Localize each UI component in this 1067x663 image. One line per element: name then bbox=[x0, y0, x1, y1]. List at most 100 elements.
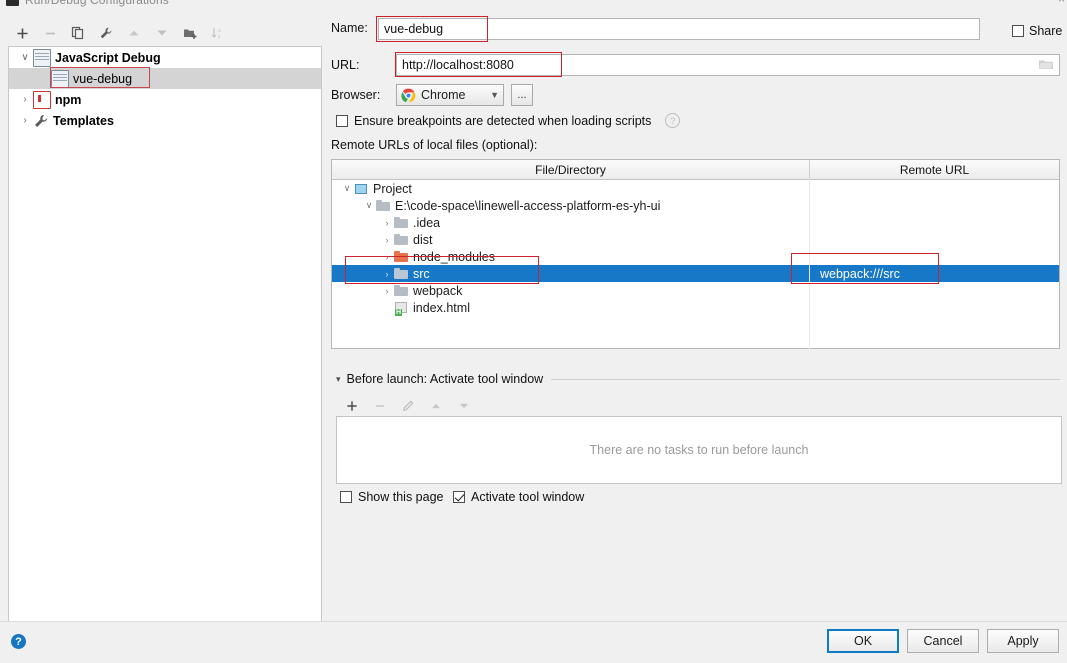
show-this-page-checkbox[interactable]: Show this page bbox=[340, 490, 443, 504]
activate-tool-window-checkbox-box[interactable] bbox=[453, 491, 465, 503]
move-up-icon[interactable] bbox=[120, 21, 148, 45]
folder-icon bbox=[394, 216, 409, 230]
help-icon[interactable]: ? bbox=[11, 634, 26, 649]
question-mark-icon[interactable]: ? bbox=[665, 113, 681, 128]
activate-tool-window-label: Activate tool window bbox=[471, 490, 585, 504]
file-label: E:\code-space\linewell-access-platform-e… bbox=[395, 198, 661, 213]
html-file-icon bbox=[394, 301, 409, 316]
add-icon[interactable] bbox=[8, 21, 36, 45]
file-label: index.html bbox=[413, 300, 470, 315]
before-launch-task-list[interactable]: There are no tasks to run before launch bbox=[336, 416, 1062, 484]
ensure-breakpoints-label: Ensure breakpoints are detected when loa… bbox=[354, 113, 652, 128]
before-launch-label: Before launch: Activate tool window bbox=[346, 372, 544, 386]
table-row[interactable]: › webpack bbox=[332, 282, 1059, 299]
add-task-icon[interactable] bbox=[338, 394, 366, 418]
tree-item-npm[interactable]: › npm bbox=[9, 89, 321, 110]
table-row[interactable]: ∨ E:\code-space\linewell-access-platform… bbox=[332, 197, 1059, 214]
tree-item-templates[interactable]: › Templates bbox=[9, 110, 321, 131]
tree-item-javascript-debug[interactable]: ∨ JavaScript Debug bbox=[9, 47, 321, 68]
folder-browse-icon[interactable] bbox=[1038, 58, 1054, 72]
tree-item-label: vue-debug bbox=[73, 71, 133, 86]
ensure-breakpoints-checkbox[interactable]: Ensure breakpoints are detected when loa… bbox=[336, 113, 681, 128]
browser-settings-button[interactable]: ... bbox=[511, 84, 533, 106]
copy-icon[interactable] bbox=[64, 21, 92, 45]
file-label: dist bbox=[413, 232, 433, 247]
tree-item-label: Templates bbox=[53, 113, 114, 128]
name-input[interactable]: vue-debug bbox=[378, 18, 980, 40]
before-launch-toolbar bbox=[338, 394, 478, 418]
file-label: webpack bbox=[413, 283, 463, 298]
remove-task-icon[interactable] bbox=[366, 394, 394, 418]
column-header-remote-url[interactable]: Remote URL bbox=[810, 160, 1059, 179]
chevron-right-icon[interactable]: › bbox=[17, 115, 33, 126]
table-header-row: File/Directory Remote URL bbox=[332, 160, 1059, 180]
module-icon bbox=[354, 182, 369, 196]
apply-button[interactable]: Apply bbox=[987, 629, 1059, 653]
ok-button[interactable]: OK bbox=[827, 629, 899, 653]
share-label: Share bbox=[1029, 24, 1063, 38]
table-row[interactable]: › .idea bbox=[332, 214, 1059, 231]
wrench-icon bbox=[33, 113, 49, 129]
table-row[interactable]: ∨ Project bbox=[332, 180, 1059, 197]
configurations-tree[interactable]: ∨ JavaScript Debug vue-debug › npm › Tem… bbox=[8, 46, 322, 622]
file-label: Project bbox=[373, 181, 412, 196]
move-task-down-icon[interactable] bbox=[450, 394, 478, 418]
folder-icon bbox=[394, 233, 409, 247]
remote-urls-table[interactable]: File/Directory Remote URL ∨ Project ∨ E:… bbox=[331, 159, 1060, 349]
chevron-down-icon[interactable]: ▼ bbox=[490, 90, 499, 100]
table-row[interactable]: › dist bbox=[332, 231, 1059, 248]
table-row[interactable]: › src webpack:///src bbox=[332, 265, 1059, 282]
ensure-breakpoints-checkbox-box[interactable] bbox=[336, 114, 348, 127]
file-label: src bbox=[413, 266, 430, 281]
app-icon bbox=[6, 0, 19, 6]
share-checkbox[interactable]: Share bbox=[1012, 24, 1062, 38]
config-tree-toolbar: az bbox=[8, 20, 320, 46]
chevron-right-icon[interactable]: › bbox=[380, 218, 394, 228]
remote-url-value[interactable]: webpack:///src bbox=[820, 265, 900, 282]
remove-icon[interactable] bbox=[36, 21, 64, 45]
run-debug-configurations-dialog: Run/Debug Configurations × az bbox=[0, 0, 1067, 663]
sort-alphabetically-icon[interactable]: az bbox=[204, 21, 232, 45]
browser-select[interactable]: Chrome ▼ bbox=[396, 84, 504, 106]
js-debug-config-icon bbox=[51, 69, 69, 88]
chevron-right-icon[interactable]: › bbox=[380, 252, 394, 262]
show-this-page-label: Show this page bbox=[358, 490, 444, 504]
chevron-right-icon[interactable]: › bbox=[380, 269, 394, 279]
share-checkbox-box[interactable] bbox=[1012, 25, 1024, 37]
name-label: Name: bbox=[331, 21, 368, 35]
move-task-up-icon[interactable] bbox=[422, 394, 450, 418]
chevron-down-icon[interactable]: ∨ bbox=[340, 183, 354, 194]
table-row[interactable]: index.html bbox=[332, 299, 1059, 316]
chevron-down-icon[interactable]: ∨ bbox=[362, 200, 376, 211]
chevron-down-icon[interactable]: ∨ bbox=[17, 52, 33, 63]
column-header-file-directory[interactable]: File/Directory bbox=[332, 160, 810, 179]
edit-templates-wrench-icon[interactable] bbox=[92, 21, 120, 45]
js-debug-icon bbox=[33, 48, 51, 67]
url-input-value: http://localhost:8080 bbox=[402, 58, 514, 72]
folder-icon bbox=[376, 199, 391, 213]
chevron-right-icon[interactable]: › bbox=[380, 235, 394, 245]
edit-task-icon[interactable] bbox=[394, 394, 422, 418]
new-folder-icon[interactable] bbox=[176, 21, 204, 45]
chevron-down-icon[interactable]: ▾ bbox=[336, 374, 341, 385]
chevron-right-icon[interactable]: › bbox=[380, 286, 394, 296]
url-input[interactable]: http://localhost:8080 bbox=[396, 54, 1060, 76]
table-row[interactable]: › node_modules bbox=[332, 248, 1059, 265]
folder-excluded-icon bbox=[394, 250, 409, 264]
section-divider bbox=[551, 378, 1060, 380]
folder-source-icon bbox=[394, 267, 409, 281]
close-icon[interactable]: × bbox=[1058, 0, 1065, 6]
npm-icon bbox=[33, 90, 51, 109]
tree-item-label: npm bbox=[55, 92, 82, 107]
cancel-button[interactable]: Cancel bbox=[907, 629, 979, 653]
table-body: ∨ Project ∨ E:\code-space\linewell-acces… bbox=[332, 180, 1059, 340]
chevron-right-icon[interactable]: › bbox=[17, 94, 33, 105]
file-label: .idea bbox=[413, 215, 441, 230]
column-divider[interactable] bbox=[809, 179, 810, 349]
show-this-page-checkbox-box[interactable] bbox=[340, 491, 352, 503]
remote-urls-label: Remote URLs of local files (optional): bbox=[331, 138, 538, 152]
before-launch-section-header[interactable]: ▾ Before launch: Activate tool window bbox=[336, 372, 1060, 386]
move-down-icon[interactable] bbox=[148, 21, 176, 45]
tree-item-vue-debug[interactable]: vue-debug bbox=[9, 68, 321, 89]
activate-tool-window-checkbox[interactable]: Activate tool window bbox=[453, 490, 584, 504]
